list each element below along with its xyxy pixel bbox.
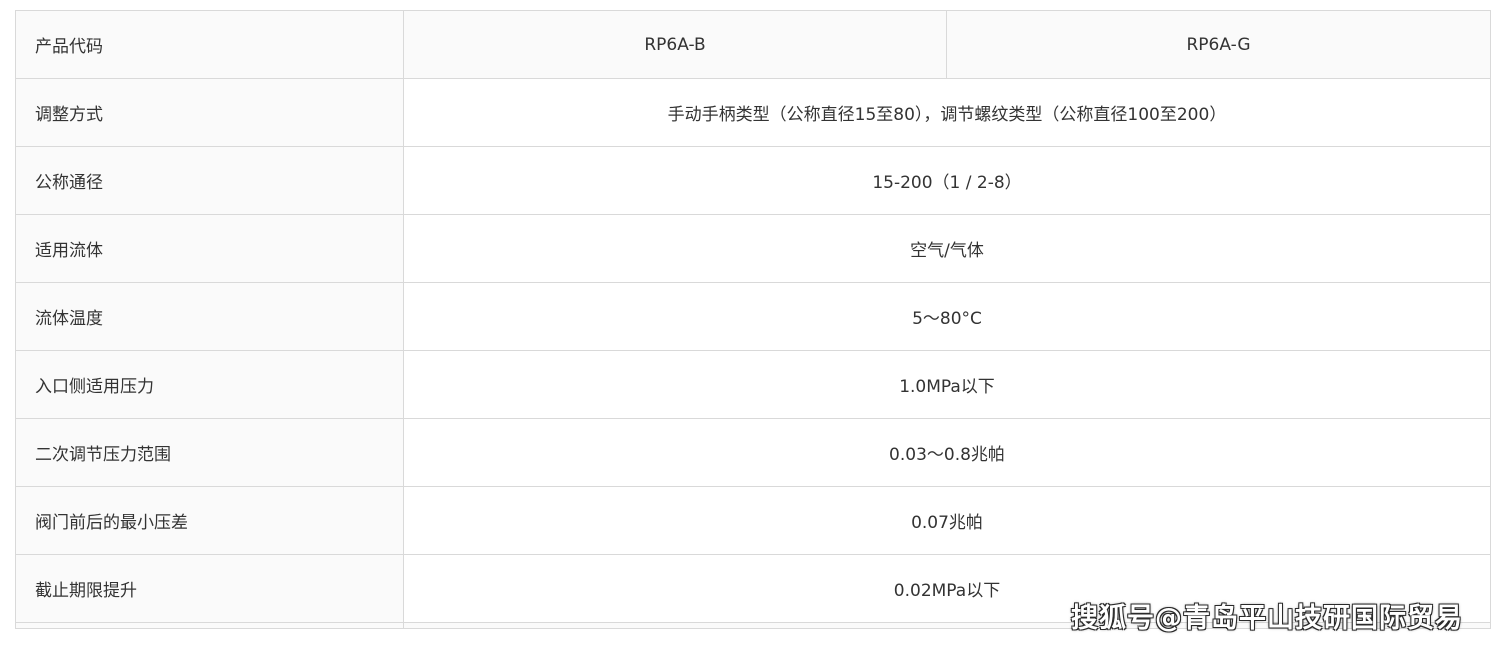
spec-table-container: 产品代码 RP6A-B RP6A-G 调整方式 手动手柄类型（公称直径15至80… <box>15 10 1491 629</box>
row-label-cutoff-lift: 截止期限提升 <box>15 554 404 623</box>
partial-row-label-cell <box>15 622 404 629</box>
row-label-secondary-pressure-range: 二次调节压力范围 <box>15 418 404 487</box>
row-value-inlet-pressure: 1.0MPa以下 <box>403 350 1491 419</box>
table-row: 入口侧适用压力 1.0MPa以下 <box>15 350 1491 419</box>
table-row: 公称通径 15-200（1 / 2-8） <box>15 146 1491 215</box>
row-value-min-pressure-difference: 0.07兆帕 <box>403 486 1491 555</box>
sohu-watermark: 搜狐号@青岛平山技研国际贸易 <box>1071 603 1463 634</box>
header-label-product-code: 产品代码 <box>15 10 404 79</box>
row-label-applicable-fluid: 适用流体 <box>15 214 404 283</box>
table-header-row: 产品代码 RP6A-B RP6A-G <box>15 10 1491 79</box>
row-value-fluid-temperature: 5～80°C <box>403 282 1491 351</box>
row-value-adjustment-method: 手动手柄类型（公称直径15至80），调节螺纹类型（公称直径100至200） <box>403 78 1491 147</box>
row-label-adjustment-method: 调整方式 <box>15 78 404 147</box>
header-model-rp6a-b: RP6A-B <box>403 10 947 79</box>
row-label-inlet-pressure: 入口侧适用压力 <box>15 350 404 419</box>
table-row: 阀门前后的最小压差 0.07兆帕 <box>15 486 1491 555</box>
table-row: 调整方式 手动手柄类型（公称直径15至80），调节螺纹类型（公称直径100至20… <box>15 78 1491 147</box>
row-value-applicable-fluid: 空气/气体 <box>403 214 1491 283</box>
row-label-nominal-diameter: 公称通径 <box>15 146 404 215</box>
spec-table: 产品代码 RP6A-B RP6A-G 调整方式 手动手柄类型（公称直径15至80… <box>15 10 1491 629</box>
table-row: 二次调节压力范围 0.03～0.8兆帕 <box>15 418 1491 487</box>
row-value-secondary-pressure-range: 0.03～0.8兆帕 <box>403 418 1491 487</box>
table-row: 适用流体 空气/气体 <box>15 214 1491 283</box>
row-label-min-pressure-difference: 阀门前后的最小压差 <box>15 486 404 555</box>
header-model-rp6a-g: RP6A-G <box>946 10 1491 79</box>
row-label-fluid-temperature: 流体温度 <box>15 282 404 351</box>
table-row: 流体温度 5～80°C <box>15 282 1491 351</box>
row-value-nominal-diameter: 15-200（1 / 2-8） <box>403 146 1491 215</box>
